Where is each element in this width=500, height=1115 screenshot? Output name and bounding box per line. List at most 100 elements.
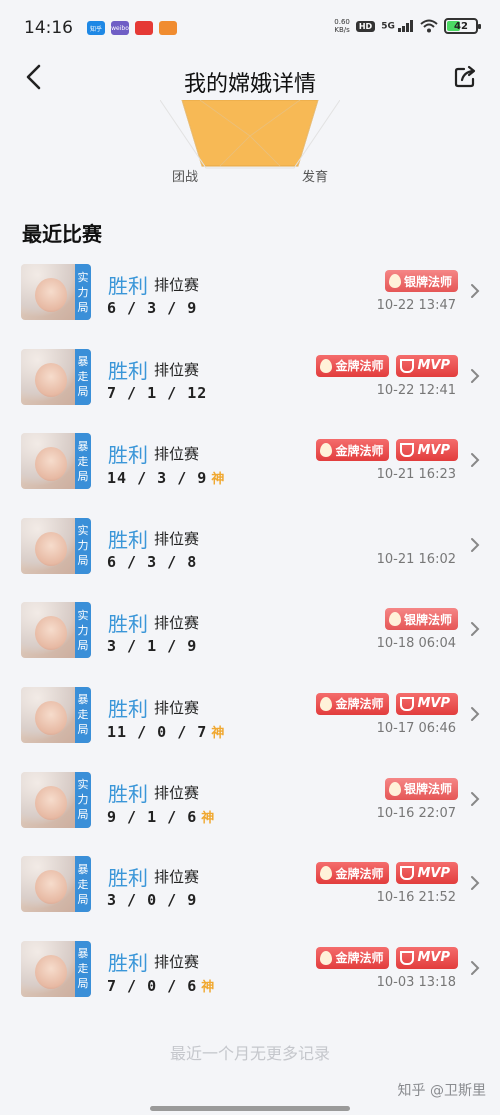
ability-radar-chart: 团战 发育 [159, 99, 341, 195]
weibo-app-icon: weibo [111, 21, 129, 35]
badge-label: 金牌法师 [335, 951, 384, 966]
chevron-right-icon[interactable] [468, 790, 482, 808]
battery-level: 42 [454, 20, 468, 32]
chevron-right-icon[interactable] [468, 874, 482, 892]
chevron-right-icon[interactable] [468, 959, 482, 977]
mode-tag-char: 实 [77, 270, 89, 284]
match-row[interactable]: 实力局 胜利 排位赛 3 / 1 / 9 银牌法师 10-18 06:04 [0, 588, 500, 673]
mode-tag-char: 走 [77, 454, 89, 468]
match-row[interactable]: 暴走局 胜利 排位赛 7 / 0 / 6 神 金牌法师 MVP 10-03 13:18 [0, 927, 500, 1012]
match-time: 10-03 13:18 [376, 974, 456, 990]
match-time: 10-18 06:04 [376, 636, 456, 652]
kda-score: 9 / 1 / 6神 [107, 807, 215, 826]
chevron-right-icon[interactable] [468, 620, 482, 638]
match-mode-tag: 实力局 [75, 602, 91, 659]
cellular-signal-icon: 5G [381, 20, 414, 32]
network-speed-value: 0.60 [334, 18, 350, 26]
match-row[interactable]: 暴走局 胜利 排位赛 7 / 1 / 12 金牌法师 MVP 10-22 12:41 [0, 335, 500, 420]
badge-label: 银牌法师 [403, 274, 452, 289]
flame-icon [320, 443, 333, 458]
share-icon[interactable] [452, 64, 478, 90]
match-mode-tag: 暴走局 [75, 348, 91, 405]
watermark: 知乎 @卫斯里 [397, 1083, 486, 1099]
radar-label-teamfight: 团战 [172, 170, 199, 185]
match-type: 排位赛 [154, 445, 200, 464]
match-time: 10-22 13:47 [376, 298, 456, 313]
hero-avatar: 暴走局 [21, 433, 91, 490]
mode-tag-char: 暴 [77, 439, 89, 453]
hero-avatar: 实力局 [21, 771, 91, 828]
chevron-right-icon[interactable] [468, 367, 482, 385]
app-icon-3 [135, 21, 153, 35]
badge-label: 金牌法师 [335, 697, 384, 712]
zhihu-app-icon: 知乎 [87, 21, 105, 35]
network-speed: 0.60 KB/s [334, 18, 350, 34]
notification-icons: 知乎 weibo [87, 21, 177, 35]
hero-avatar: 暴走局 [21, 348, 91, 405]
gold-mage-badge: 金牌法师 [316, 692, 390, 715]
match-time: 10-21 16:02 [376, 551, 456, 567]
match-badges: 银牌法师 [384, 270, 458, 292]
mode-tag-char: 力 [77, 539, 89, 553]
hero-avatar: 暴走局 [21, 686, 91, 743]
match-badges: 银牌法师 [384, 777, 458, 800]
top-nav-bar: 我的嫦娥详情 [0, 56, 500, 100]
chevron-right-icon[interactable] [468, 705, 482, 723]
match-type: 排位赛 [154, 868, 200, 887]
match-badges: 银牌法师 [384, 608, 458, 631]
kda-value: 3 / 0 / 9 [107, 891, 198, 910]
mode-tag-char: 暴 [77, 355, 89, 369]
mode-tag-char: 局 [77, 808, 89, 822]
kda-score: 14 / 3 / 9神 [107, 468, 225, 487]
no-more-records-note: 最近一个月无更多记录 [169, 1044, 330, 1063]
mvp-badge: MVP [396, 354, 458, 377]
match-type: 排位赛 [154, 360, 200, 379]
match-time: 10-21 16:23 [376, 467, 456, 483]
mode-tag-char: 实 [77, 524, 89, 538]
chevron-right-icon[interactable] [468, 536, 482, 554]
match-type: 排位赛 [154, 529, 200, 548]
mvp-label: MVP [417, 950, 450, 966]
hero-avatar: 实力局 [21, 264, 91, 320]
badge-label: 金牌法师 [335, 359, 384, 374]
mode-tag-char: 局 [77, 723, 89, 737]
home-indicator[interactable] [150, 1106, 350, 1111]
match-result: 胜利 [108, 527, 148, 552]
match-row[interactable]: 暴走局 胜利 排位赛 11 / 0 / 7 神 金牌法师 MVP 10-17 06:46 [0, 673, 500, 758]
game-app-icon [159, 21, 177, 35]
match-row[interactable]: 实力局 胜利 排位赛 6 / 3 / 9 银牌法师 10-22 13:47 [0, 250, 500, 335]
match-badges: 金牌法师 MVP [316, 946, 458, 969]
mode-tag-char: 实 [77, 608, 89, 622]
silver-mage-badge: 银牌法师 [384, 270, 458, 292]
match-row[interactable]: 实力局 胜利 排位赛 9 / 1 / 6 神 银牌法师 10-16 22:07 [0, 758, 500, 843]
trophy-icon [400, 696, 415, 711]
mvp-badge: MVP [396, 862, 458, 885]
chevron-right-icon[interactable] [468, 451, 482, 469]
status-time: 14:16 [24, 18, 73, 38]
flame-icon [388, 612, 401, 627]
trophy-icon [400, 950, 415, 965]
flame-icon [320, 950, 333, 965]
silver-mage-badge: 银牌法师 [384, 777, 458, 800]
hero-avatar: 实力局 [21, 517, 91, 574]
god-tag: 神 [201, 979, 216, 995]
match-mode-tag: 暴走局 [75, 686, 91, 743]
match-row[interactable]: 实力局 胜利 排位赛 6 / 3 / 8 10-21 16:02 [0, 504, 500, 589]
mode-tag-char: 局 [77, 638, 89, 652]
mode-tag-char: 局 [77, 469, 89, 483]
mode-tag-char: 力 [77, 793, 89, 807]
hero-avatar: 暴走局 [21, 856, 91, 913]
mode-tag-char: 局 [77, 554, 89, 568]
kda-score: 7 / 0 / 6神 [107, 976, 215, 995]
mode-tag-char: 局 [77, 300, 89, 314]
mvp-label: MVP [417, 865, 450, 881]
match-row[interactable]: 暴走局 胜利 排位赛 14 / 3 / 9 神 金牌法师 MVP 10-21 16:23 [0, 419, 500, 504]
kda-score: 3 / 0 / 9 [107, 891, 197, 909]
match-badges: 金牌法师 MVP [316, 354, 458, 377]
kda-score: 3 / 1 / 9 [107, 637, 197, 655]
match-row[interactable]: 暴走局 胜利 排位赛 3 / 0 / 9 金牌法师 MVP 10-16 21:52 [0, 842, 500, 927]
mvp-label: MVP [417, 358, 450, 374]
mode-tag-char: 走 [77, 708, 89, 722]
flame-icon [320, 696, 333, 711]
chevron-right-icon[interactable] [468, 282, 482, 300]
